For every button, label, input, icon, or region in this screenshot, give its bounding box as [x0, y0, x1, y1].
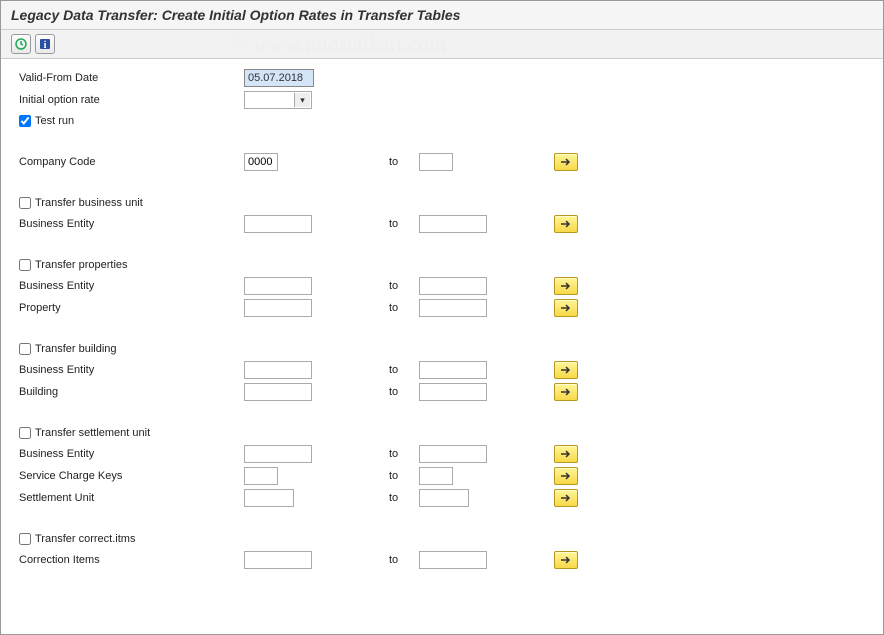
arrow-right-icon — [560, 157, 572, 167]
clock-icon — [15, 38, 27, 50]
building-label: Building — [19, 386, 244, 398]
arrow-right-icon — [560, 555, 572, 565]
property-label: Property — [19, 302, 244, 314]
service-charge-more-button[interactable] — [554, 467, 578, 485]
transfer-bu-label: Transfer business unit — [35, 197, 143, 209]
settlement-unit-more-button[interactable] — [554, 489, 578, 507]
property-more-button[interactable] — [554, 299, 578, 317]
bu-entity-label: Business Entity — [19, 218, 244, 230]
transfer-su-checkbox[interactable] — [19, 427, 31, 439]
info-button[interactable]: i — [35, 34, 55, 54]
building-from[interactable] — [244, 383, 312, 401]
to-label: to — [389, 302, 419, 314]
arrow-right-icon — [560, 387, 572, 397]
svg-text:i: i — [44, 40, 47, 50]
company-code-more-button[interactable] — [554, 153, 578, 171]
arrow-right-icon — [560, 365, 572, 375]
arrow-right-icon — [560, 303, 572, 313]
props-entity-from[interactable] — [244, 277, 312, 295]
transfer-su-label: Transfer settlement unit — [35, 427, 150, 439]
info-icon: i — [39, 38, 51, 50]
chevron-down-icon: ▾ — [294, 93, 310, 107]
to-label: to — [389, 280, 419, 292]
arrow-right-icon — [560, 493, 572, 503]
service-charge-to[interactable] — [419, 467, 453, 485]
building-to[interactable] — [419, 383, 487, 401]
bu-entity-from[interactable] — [244, 215, 312, 233]
bld-entity-to[interactable] — [419, 361, 487, 379]
service-charge-from[interactable] — [244, 467, 278, 485]
building-more-button[interactable] — [554, 383, 578, 401]
to-label: to — [389, 156, 419, 168]
arrow-right-icon — [560, 219, 572, 229]
arrow-right-icon — [560, 471, 572, 481]
to-label: to — [389, 364, 419, 376]
to-label: to — [389, 470, 419, 482]
transfer-building-label: Transfer building — [35, 343, 117, 355]
test-run-checkbox[interactable] — [19, 115, 31, 127]
su-entity-to[interactable] — [419, 445, 487, 463]
toolbar: i — [1, 30, 883, 59]
props-entity-more-button[interactable] — [554, 277, 578, 295]
to-label: to — [389, 218, 419, 230]
bu-entity-more-button[interactable] — [554, 215, 578, 233]
correction-items-label: Correction Items — [19, 554, 244, 566]
bld-entity-label: Business Entity — [19, 364, 244, 376]
props-entity-label: Business Entity — [19, 280, 244, 292]
transfer-building-checkbox[interactable] — [19, 343, 31, 355]
su-entity-from[interactable] — [244, 445, 312, 463]
to-label: to — [389, 448, 419, 460]
transfer-ci-label: Transfer correct.itms — [35, 533, 135, 545]
transfer-bu-checkbox[interactable] — [19, 197, 31, 209]
arrow-right-icon — [560, 281, 572, 291]
initial-rate-label: Initial option rate — [19, 94, 244, 106]
property-from[interactable] — [244, 299, 312, 317]
to-label: to — [389, 492, 419, 504]
execute-button[interactable] — [11, 34, 31, 54]
to-label: to — [389, 386, 419, 398]
correction-items-from[interactable] — [244, 551, 312, 569]
settlement-unit-to[interactable] — [419, 489, 469, 507]
property-to[interactable] — [419, 299, 487, 317]
bld-entity-more-button[interactable] — [554, 361, 578, 379]
bu-entity-to[interactable] — [419, 215, 487, 233]
transfer-ci-checkbox[interactable] — [19, 533, 31, 545]
initial-rate-select[interactable]: ▾ — [244, 91, 312, 109]
bld-entity-from[interactable] — [244, 361, 312, 379]
settlement-unit-from[interactable] — [244, 489, 294, 507]
valid-from-label: Valid-From Date — [19, 72, 244, 84]
to-label: to — [389, 554, 419, 566]
correction-items-more-button[interactable] — [554, 551, 578, 569]
transfer-props-label: Transfer properties — [35, 259, 128, 271]
correction-items-to[interactable] — [419, 551, 487, 569]
settlement-unit-label: Settlement Unit — [19, 492, 244, 504]
su-entity-more-button[interactable] — [554, 445, 578, 463]
su-entity-label: Business Entity — [19, 448, 244, 460]
props-entity-to[interactable] — [419, 277, 487, 295]
service-charge-label: Service Charge Keys — [19, 470, 244, 482]
test-run-label: Test run — [35, 115, 74, 127]
form-content: Valid-From Date Initial option rate ▾ Te… — [1, 59, 883, 579]
page-title: Legacy Data Transfer: Create Initial Opt… — [1, 1, 883, 30]
valid-from-input[interactable] — [244, 69, 314, 87]
arrow-right-icon — [560, 449, 572, 459]
company-code-from[interactable] — [244, 153, 278, 171]
transfer-props-checkbox[interactable] — [19, 259, 31, 271]
company-code-label: Company Code — [19, 156, 244, 168]
company-code-to[interactable] — [419, 153, 453, 171]
